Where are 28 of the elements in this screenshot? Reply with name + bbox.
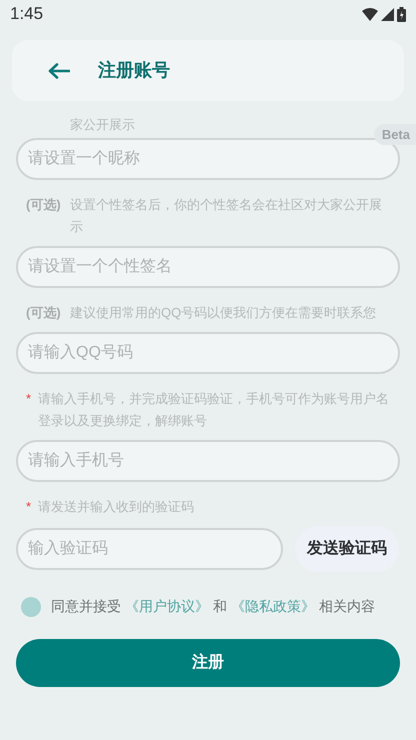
battery-icon xyxy=(397,6,406,22)
register-button[interactable]: 注册 xyxy=(16,639,400,687)
text-input-field[interactable]: 请设置一个个性签名 xyxy=(16,246,400,288)
text-input-field[interactable]: 请设置一个昵称 xyxy=(16,138,400,180)
hint-text: 请发送并输入收到的验证码 xyxy=(38,498,194,516)
optional-tag: (可选) xyxy=(26,194,70,238)
status-time: 1:45 xyxy=(10,3,44,26)
page-title: 注册账号 xyxy=(98,59,170,82)
text-input-field[interactable]: 请输入QQ号码 xyxy=(16,332,400,374)
optional-tag: (可选) xyxy=(26,302,70,324)
agreement-text: 和 xyxy=(212,597,228,616)
hint-text: 建议使用常用的QQ号码以便我们方便在需要时联系您 xyxy=(70,304,376,322)
agreement-text: 同意并接受 xyxy=(50,597,122,616)
agreement-text: 相关内容 xyxy=(318,597,376,616)
hint-text: 设置个性签名后，你的个性签名会在社区对大家公开展示 xyxy=(70,196,383,236)
beta-badge: Beta xyxy=(374,124,416,145)
agree-checkbox[interactable] xyxy=(21,596,41,616)
text-input-field[interactable]: 输入验证码 xyxy=(16,528,283,570)
send-code-button[interactable]: 发送验证码 xyxy=(295,526,399,572)
required-mark: * xyxy=(26,498,32,516)
required-mark: * xyxy=(26,390,32,408)
wifi-icon xyxy=(362,8,378,20)
agreement-link[interactable]: 《隐私政策》 xyxy=(231,596,315,617)
agreement-link[interactable]: 《用户协议》 xyxy=(125,596,209,617)
back-arrow-icon[interactable] xyxy=(48,62,70,78)
text-input-field[interactable]: 请输入手机号 xyxy=(16,440,400,482)
hint-text: 请输入手机号，并完成验证码验证，手机号可作为账号用户名登录以及更换绑定，解绑账号 xyxy=(38,390,390,430)
signal-icon xyxy=(381,8,394,20)
